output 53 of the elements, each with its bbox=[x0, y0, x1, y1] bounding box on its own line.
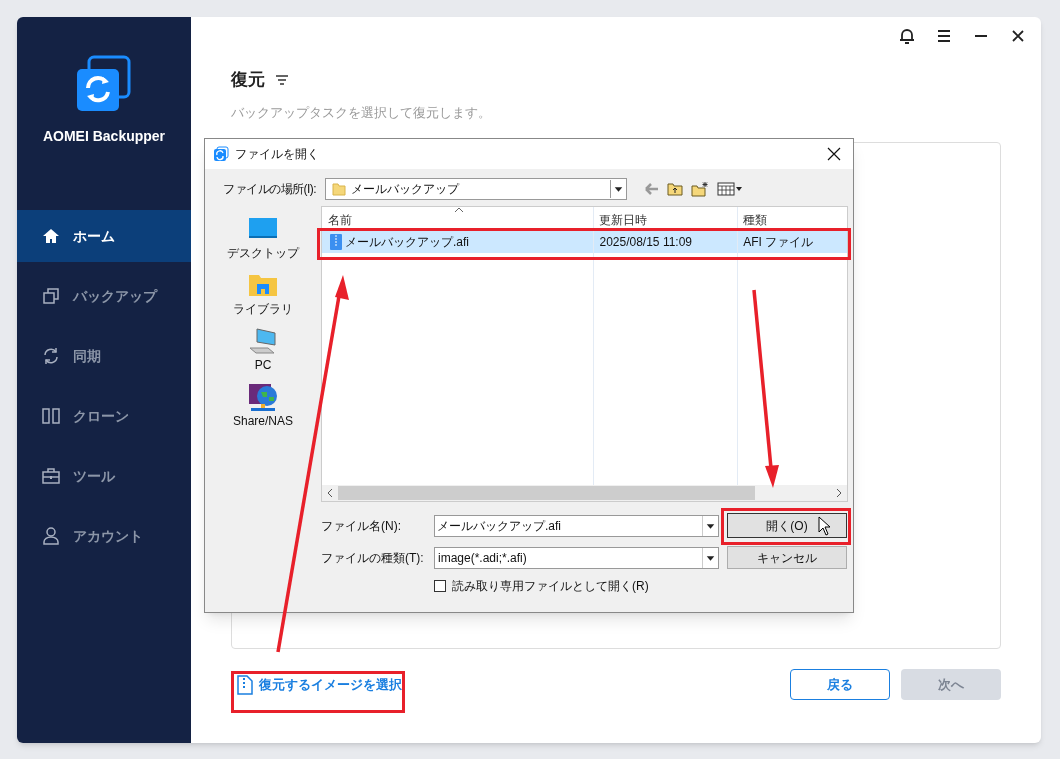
select-image-link[interactable]: 復元するイメージを選択 bbox=[237, 674, 402, 695]
stacked-squares-icon bbox=[41, 286, 61, 306]
close-icon[interactable] bbox=[827, 147, 841, 161]
column-header[interactable]: 種類 bbox=[737, 211, 847, 229]
zip-file-icon bbox=[237, 674, 253, 695]
cancel-button[interactable]: キャンセル bbox=[727, 546, 847, 569]
filename-field[interactable]: メールバックアップ.afi bbox=[434, 514, 719, 537]
menu-icon[interactable] bbox=[935, 27, 953, 45]
dialog-title: ファイルを開く bbox=[235, 146, 319, 163]
location-dropdown[interactable]: メールバックアップ bbox=[325, 178, 627, 200]
scrollbar-thumb[interactable] bbox=[338, 486, 755, 500]
zip-file-icon bbox=[330, 234, 342, 250]
two-rectangles-icon bbox=[41, 406, 61, 426]
location-label: ファイルの場所(I): bbox=[223, 181, 318, 198]
readonly-checkbox[interactable] bbox=[434, 580, 446, 592]
new-folder-icon[interactable] bbox=[691, 181, 709, 197]
open-button[interactable]: 開く(O) bbox=[727, 513, 847, 538]
file-row[interactable]: メールバックアップ.afi 2025/08/15 11:09 AFI ファイル bbox=[322, 231, 847, 253]
app-logo-icon bbox=[75, 55, 133, 113]
column-header[interactable]: 更新日時 bbox=[593, 211, 738, 229]
filter-icon[interactable] bbox=[275, 73, 289, 86]
places-item[interactable]: デスクトップ bbox=[223, 214, 303, 268]
readonly-label: 読み取り専用ファイルとして開く(R) bbox=[452, 578, 649, 595]
home-icon bbox=[41, 226, 61, 246]
app-icon bbox=[213, 146, 229, 162]
filetype-dropdown[interactable]: image(*.adi;*.afi) bbox=[434, 546, 719, 569]
app-name: AOMEI Backupper bbox=[42, 127, 166, 146]
sidebar-item[interactable]: アカウント bbox=[17, 510, 191, 562]
places-item[interactable]: Share/NAS bbox=[223, 382, 303, 436]
view-menu-icon[interactable] bbox=[717, 182, 743, 196]
mouse-pointer-icon bbox=[818, 516, 831, 536]
sidebar-item[interactable]: 同期 bbox=[17, 330, 191, 382]
sort-caret-icon bbox=[454, 207, 464, 213]
sidebar-item[interactable]: バックアップ bbox=[17, 270, 191, 322]
sidebar-item[interactable]: ホーム bbox=[17, 210, 191, 262]
sidebar-item[interactable]: ツール bbox=[17, 450, 191, 502]
sidebar-item[interactable]: クローン bbox=[17, 390, 191, 442]
filename-label: ファイル名(N): bbox=[321, 517, 402, 535]
computer-icon bbox=[247, 326, 279, 356]
places-item[interactable]: ライブラリ bbox=[223, 270, 303, 324]
up-folder-icon[interactable] bbox=[667, 182, 683, 196]
sync-icon bbox=[41, 346, 61, 366]
network-globe-icon bbox=[247, 382, 279, 412]
places-item[interactable]: PC bbox=[223, 326, 303, 380]
filetype-label: ファイルの種類(T): bbox=[321, 549, 425, 567]
page-title: 復元 bbox=[231, 69, 265, 91]
folder-icon bbox=[332, 182, 346, 196]
toolbox-icon bbox=[41, 466, 61, 486]
notification-bell-icon[interactable] bbox=[898, 27, 916, 45]
back-button[interactable]: 戻る bbox=[790, 669, 890, 700]
page-subtitle: バックアップタスクを選択して復元します。 bbox=[231, 103, 492, 122]
person-icon bbox=[41, 526, 61, 546]
column-header[interactable]: 名前 bbox=[322, 211, 594, 229]
